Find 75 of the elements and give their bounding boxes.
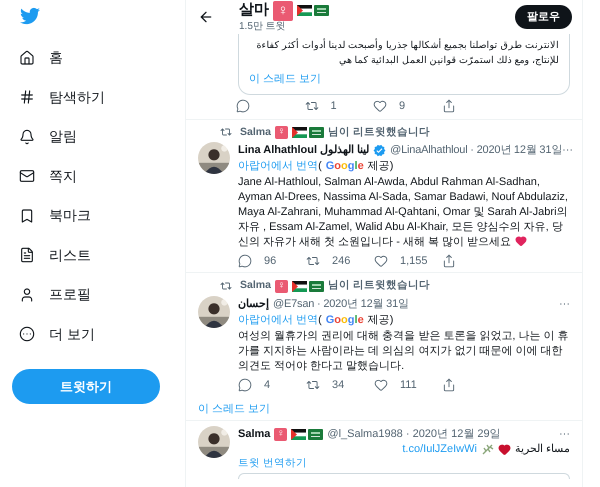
tweet-text: مساء الحرية: [514, 442, 570, 456]
author-name: Salma: [238, 427, 270, 442]
more-button[interactable]: ···: [562, 144, 574, 156]
leaf-icon: [480, 442, 494, 456]
more-button[interactable]: ···: [559, 298, 570, 310]
flags-icon: [292, 280, 324, 292]
action-count: 96: [264, 254, 276, 268]
nav-item[interactable]: 홈: [12, 38, 161, 78]
heart-icon[interactable]: [373, 98, 387, 112]
share-icon[interactable]: [442, 98, 456, 112]
provider-text: 제공): [368, 159, 394, 174]
nav-item[interactable]: 더 보기: [12, 314, 161, 354]
more-icon: [19, 326, 35, 342]
bird-logo[interactable]: [20, 6, 40, 26]
profile-icon: [19, 286, 35, 303]
female-sign-badge: ♀: [274, 428, 288, 440]
tweet-text: Jane Al-Hathloul, Salman Al-Awda, Abdul Rahman Al-Sadhan, Ayman Al-Drees, Nassima Al-Sada, Samar Badawi, Nouf Abdulaziz, Maya Al-Zahrani, Muhammad Al-Qahtani, Omar 및 Sarah Al-Jabri의 자유 , Essam Al-Zamel, Walid Abu Al-Khair, 모든 양심수의 자유, 당신의 자유가 새해 첫 소원입니다 - 새해 복 많이 받으세요: [238, 175, 569, 250]
paren-text: (: [318, 159, 322, 174]
retweet-label: 님이 리트윗했습니다: [328, 124, 430, 140]
reply-icon[interactable]: [238, 254, 252, 268]
retweet-icon: [220, 126, 232, 138]
flags-icon: [297, 5, 329, 16]
tweet-text: 여성의 월휴가의 권리에 대해 충격을 받은 토론을 읽었고, 나는 이 휴가를 지지하는 사람이라는 데 의심의 여지가 없기 때문에 이에 대한 의견도 적어야 한다고 말했습니다.: [238, 329, 570, 374]
nav-item[interactable]: 프로필: [12, 275, 161, 314]
retweet-icon: [220, 280, 232, 292]
back-button[interactable]: [198, 9, 214, 25]
action-count: 34: [332, 378, 344, 392]
bell-icon: [19, 128, 35, 145]
flags-icon: [291, 428, 324, 440]
paren-text: (: [318, 313, 322, 328]
google-logo: Google: [326, 313, 364, 328]
reply-icon[interactable]: [236, 98, 250, 112]
nav-item[interactable]: 알림: [12, 117, 161, 156]
tweet-handle: @LinaAlhathloul · 2020년 12월 31일: [390, 143, 562, 158]
google-logo: Google: [326, 159, 364, 174]
action-count: 246: [332, 254, 350, 268]
provider-text: 제공): [368, 313, 394, 328]
tweet-count: 1.5만 트윗: [239, 20, 287, 34]
nav-item[interactable]: 리스트: [12, 236, 161, 275]
author-name: Lina Alhathloul لينا الهذلول: [238, 143, 370, 158]
home-icon: [19, 50, 35, 66]
action-count: 111: [400, 378, 417, 392]
action-count: 4: [264, 378, 270, 392]
bookmark-icon: [19, 208, 35, 224]
mail-icon: [19, 168, 35, 184]
profile-name: 살마: [239, 1, 269, 20]
heart-icon[interactable]: [374, 378, 388, 392]
more-button[interactable]: ···: [559, 428, 570, 440]
share-icon[interactable]: [442, 254, 456, 268]
heart-icon[interactable]: [374, 254, 388, 268]
retweet-icon[interactable]: [306, 378, 320, 392]
action-count: 1,155: [400, 254, 428, 268]
tweet-handle: @l_Salma1988 · 2020년 12월 29일: [327, 427, 501, 442]
retweet-label: 님이 리트윗했습니다: [328, 278, 430, 294]
female-sign-badge: ♀: [274, 280, 288, 293]
hash-icon: [19, 89, 35, 106]
flags-icon: [292, 126, 324, 138]
document-icon: [19, 247, 35, 264]
follow-button[interactable]: 팔로우: [515, 5, 572, 29]
action-count: 1: [330, 98, 337, 112]
female-sign-badge: ♀: [274, 126, 288, 139]
quoted-text: الانترنت طرق تواصلنا بجميع أشكالها جذريا وأصبحت لدينا أدوات أكثر كفاءة: [256, 38, 559, 53]
retweeter-name: Salma: [240, 124, 271, 140]
quoted-text: للإنتاج، ومع ذلك استمرّت قوانين العمل البدائية كما هي: [338, 54, 559, 68]
action-count: 9: [399, 98, 406, 112]
author-name: إحسان: [238, 297, 269, 312]
reply-icon[interactable]: [238, 378, 252, 392]
retweeter-name: Salma: [240, 278, 271, 294]
tweet-handle: @E7san · 2020년 12월 31일: [273, 297, 409, 312]
female-sign-badge: ♀: [273, 0, 293, 21]
heart-icon: [498, 442, 511, 456]
nav-item[interactable]: 탐색하기: [12, 78, 161, 117]
nav-item[interactable]: 쪽지: [12, 156, 161, 196]
nav-item[interactable]: 북마크: [12, 196, 161, 236]
share-icon[interactable]: [442, 378, 456, 392]
